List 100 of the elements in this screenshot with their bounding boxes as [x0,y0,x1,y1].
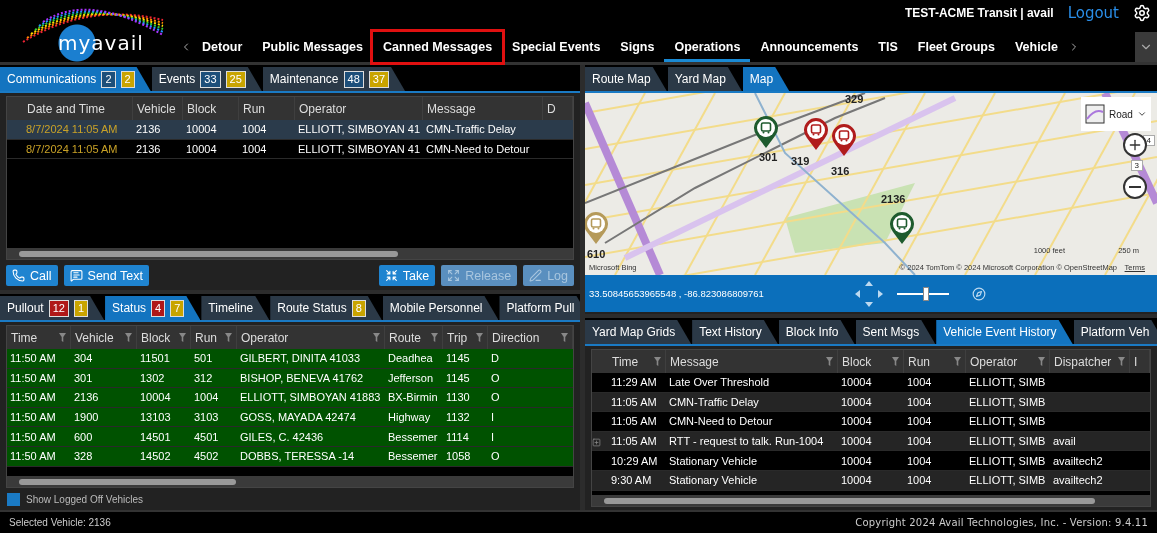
expand-icon[interactable] [592,437,601,447]
horizontal-scrollbar[interactable] [7,476,573,487]
table-cell-text: 14502 [139,450,172,463]
vehicle-row[interactable]: 11:50 AM 304 11501 501 GILBERT, DINITA 41033 Deadhea 1145 D [7,349,573,369]
panel-tab[interactable]: Platform Pull [499,296,580,320]
nav-tab[interactable]: Operations [664,32,751,62]
filter-icon[interactable] [476,333,483,342]
phone-icon [12,269,25,282]
panel-tab[interactable]: Text History [692,320,778,344]
panel-tab[interactable]: Status 4 7 [105,296,201,320]
count-badge: 4 [151,299,166,317]
panel-tab[interactable]: Sent Msgs [855,320,936,344]
pan-arrows-icon[interactable] [854,279,884,308]
panel-tab[interactable]: Events 33 25 [151,67,262,91]
take-button[interactable]: Take [378,265,436,286]
table-cell-text: DOBBS, TERESSA -14 [239,450,356,463]
table-cell-text: 10004 [185,142,218,155]
table-cell-text: ELLIOTT, SIMBOYAN 41 [297,123,422,136]
filter-icon[interactable] [826,357,833,366]
logout-link[interactable]: Logout [1067,4,1119,22]
event-row[interactable]: 9:30 AM Stationary Vehicle 10004 1004 ELLIOTT, SIMB availtech2 [592,470,1150,491]
panel-tab[interactable]: Maintenance 48 37 [262,67,406,91]
nav-tab[interactable]: TIS [868,32,908,62]
horizontal-scrollbar[interactable] [7,248,573,259]
table-cell-text: ELLIOTT, SIMB [968,454,1047,467]
table-cell-text: CMN-Traffic Delay [668,395,760,408]
map-style-dropdown[interactable]: Road [1081,97,1151,131]
panel-tab[interactable]: Map [742,67,790,91]
table-cell-text: BISHOP, BENEVA 41762 [239,371,365,384]
horizontal-scrollbar[interactable] [592,495,1150,506]
vehicle-row[interactable]: 11:50 AM 301 1302 312 BISHOP, BENEVA 41762 Jefferson 1145 O [7,368,573,389]
text-button[interactable]: Send Text [63,265,149,286]
table-cell-text: RTT - request to talk. Run-1004 [668,435,825,448]
filter-icon[interactable] [431,333,438,342]
dropdown-button[interactable] [1135,32,1157,62]
table-cell-text: 14501 [139,430,172,443]
filter-icon[interactable] [59,333,66,342]
panel-tab[interactable]: Platform Veh [1073,320,1157,344]
tab-label: Vehicle Event History [943,325,1057,339]
table-cell-text: 11:50 AM [9,391,57,404]
nav-tab[interactable]: Announcements [750,32,869,62]
panel-tab[interactable]: Block Info [778,320,855,344]
filter-icon[interactable] [1038,357,1045,366]
filter-icon[interactable] [125,333,132,342]
message-row[interactable]: 8/7/2024 11:05 AM 2136 10004 1004 ELLIOTT, SIMBOYAN 41 CMN-Traffic Delay [7,120,573,140]
tab-label: Maintenance [269,72,339,86]
call-button[interactable]: Call [6,265,58,286]
filter-icon[interactable] [561,333,568,342]
vehicle-row[interactable]: 11:50 AM 600 14501 4501 GILES, C. 42436 Bessemer 1114 I [7,427,573,447]
nav-tab[interactable]: Vehicle [1004,32,1068,62]
compass-icon[interactable] [972,286,986,301]
filter-icon[interactable] [892,357,899,366]
table-cell-text: O [490,391,501,404]
vehicle-row[interactable]: 11:50 AM 328 14502 4502 DOBBS, TERESSA -14 Bessemer 1058 O [7,446,573,467]
tab-label: Route Map [592,72,651,86]
panel-tab[interactable]: Pullout 12 1 [0,296,105,320]
filter-icon[interactable] [1118,357,1125,366]
table-cell-text: 11:05 AM [610,415,658,428]
panel-tab[interactable]: Mobile Personnel [382,296,499,320]
slider-thumb[interactable] [922,286,929,301]
table-cell-text: Deadhea [387,352,434,365]
panel-tab[interactable]: Yard Map Grids [585,320,692,344]
event-row[interactable]: 11:05 AM RTT - request to talk. Run-1004 10004 1004 ELLIOTT, SIMB avail [592,431,1150,452]
panel-tab[interactable]: Communications 2 2 [0,67,151,91]
nav-tab[interactable]: Detour [192,32,253,62]
message-icon [69,269,83,282]
panel-tab[interactable]: Vehicle Event History [936,320,1073,344]
tab-label: Route Status [277,301,347,315]
panel-tab[interactable]: Yard Map [667,67,742,91]
map-thumbnail-icon [1085,104,1105,124]
table-cell-text: 9:30 AM [610,474,653,487]
table-cell-text: Jefferson [387,371,435,384]
table-cell-text: GILBERT, DINITA 41033 [239,352,362,365]
table-cell-text: 10004 [840,376,873,389]
vehicle-row[interactable]: 11:50 AM 1900 13103 3103 GOSS, MAYADA 42474 Highway 1132 I [7,407,573,428]
table-cell-text: 11:50 AM [9,411,57,424]
nav-tab[interactable]: Fleet Groups [907,32,1005,62]
vehicle-row[interactable]: 11:50 AM 2136 10004 1004 ELLIOTT, SIMBOYAN 41883 BX-Birmin 1130 O [7,388,573,408]
checkbox[interactable] [7,493,20,506]
nav-tab[interactable]: Canned Messages [373,32,503,62]
panel-tab[interactable]: Route Map [585,67,667,91]
filter-icon[interactable] [179,333,186,342]
settings-icon[interactable] [1133,4,1151,22]
panel-tab[interactable]: Route Status 8 [270,296,382,320]
table-cell-text: Bessemer [387,450,439,463]
caret-icon [1136,109,1147,119]
filter-icon[interactable] [373,333,380,342]
filter-icon[interactable] [225,333,232,342]
filter-icon[interactable] [954,357,961,366]
filter-icon[interactable] [654,357,661,366]
table-cell-text: 11:29 AM [610,376,658,389]
nav-tab[interactable]: Signs [610,32,665,62]
table-cell-text: 11:50 AM [9,352,57,365]
event-row[interactable]: 11:05 AM CMN-Traffic Delay 10004 1004 ELLIOTT, SIMB [592,392,1150,413]
nav-tab[interactable]: Special Events [502,32,611,62]
table-cell-text: BX-Birmin [387,391,439,404]
nav-tab[interactable]: Public Messages [252,32,374,62]
table-cell-text: GOSS, MAYADA 42474 [239,411,357,424]
tab-label: Platform Veh [1080,325,1150,339]
panel-tab[interactable]: Timeline [201,296,270,320]
